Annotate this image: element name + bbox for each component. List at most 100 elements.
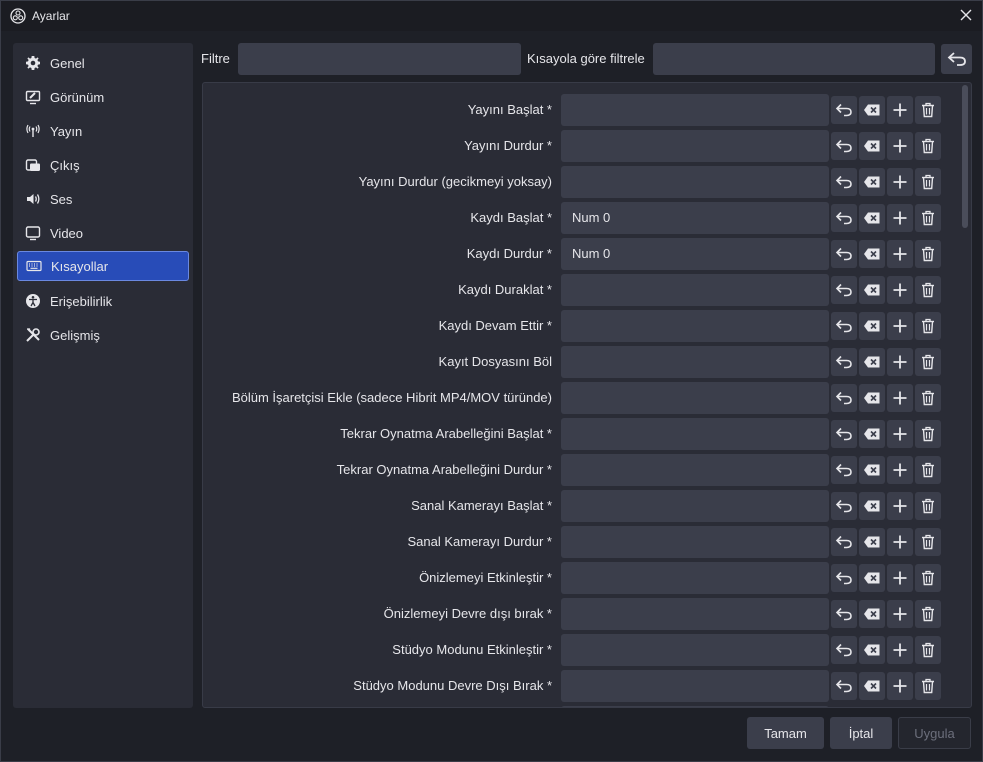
clear-button[interactable] [859, 528, 885, 556]
revert-button[interactable] [831, 600, 857, 628]
clear-button[interactable] [859, 672, 885, 700]
delete-button[interactable] [915, 672, 941, 700]
hotkey-input-field[interactable] [561, 706, 829, 707]
delete-button[interactable] [915, 564, 941, 592]
revert-button[interactable] [831, 672, 857, 700]
revert-button[interactable] [831, 348, 857, 376]
add-button[interactable] [887, 240, 913, 268]
delete-button[interactable] [915, 168, 941, 196]
add-button[interactable] [887, 204, 913, 232]
delete-button[interactable] [915, 528, 941, 556]
close-icon[interactable] [958, 7, 974, 23]
hotkey-input-field[interactable] [561, 562, 829, 594]
add-button[interactable] [887, 96, 913, 124]
clear-button[interactable] [859, 636, 885, 664]
ok-button[interactable]: Tamam [747, 717, 824, 749]
revert-button[interactable] [831, 384, 857, 412]
revert-button[interactable] [831, 96, 857, 124]
clear-button[interactable] [859, 204, 885, 232]
clear-button[interactable] [859, 96, 885, 124]
sidebar-item-audio[interactable]: Ses [17, 184, 189, 214]
revert-button[interactable] [831, 132, 857, 160]
add-button[interactable] [887, 312, 913, 340]
add-button[interactable] [887, 528, 913, 556]
delete-button[interactable] [915, 240, 941, 268]
add-button[interactable] [887, 420, 913, 448]
hotkey-input-field[interactable] [561, 346, 829, 378]
add-button[interactable] [887, 600, 913, 628]
add-button[interactable] [887, 168, 913, 196]
delete-button[interactable] [915, 96, 941, 124]
revert-button[interactable] [831, 420, 857, 448]
revert-button[interactable] [831, 276, 857, 304]
reset-filter-button[interactable] [941, 44, 972, 74]
delete-button[interactable] [915, 636, 941, 664]
sidebar-item-accessibility[interactable]: Erişebilirlik [17, 286, 189, 316]
revert-button[interactable] [831, 456, 857, 484]
cancel-button[interactable]: İptal [830, 717, 892, 749]
revert-button[interactable] [831, 312, 857, 340]
clear-button[interactable] [859, 492, 885, 520]
clear-button[interactable] [859, 600, 885, 628]
clear-button[interactable] [859, 564, 885, 592]
clear-button[interactable] [859, 240, 885, 268]
hotkey-input-field[interactable]: Num 0 [561, 238, 829, 270]
hotkey-input-field[interactable] [561, 274, 829, 306]
clear-button[interactable] [859, 384, 885, 412]
add-button[interactable] [887, 384, 913, 412]
sidebar-item-video[interactable]: Video [17, 218, 189, 248]
hotkey-input-field[interactable] [561, 598, 829, 630]
scrollbar-thumb[interactable] [962, 85, 968, 228]
apply-button[interactable]: Uygula [898, 717, 971, 749]
filter-input[interactable] [238, 43, 521, 75]
hotkey-input-field[interactable] [561, 382, 829, 414]
sidebar-item-stream[interactable]: Yayın [17, 116, 189, 146]
revert-button[interactable] [831, 204, 857, 232]
hotkey-input-field[interactable] [561, 634, 829, 666]
hotkey-input-field[interactable] [561, 526, 829, 558]
clear-button[interactable] [859, 312, 885, 340]
clear-button[interactable] [859, 276, 885, 304]
revert-button[interactable] [831, 492, 857, 520]
vertical-scrollbar[interactable] [960, 83, 971, 707]
delete-button[interactable] [915, 492, 941, 520]
add-button[interactable] [887, 132, 913, 160]
sidebar-item-advanced[interactable]: Gelişmiş [17, 320, 189, 350]
revert-button[interactable] [831, 528, 857, 556]
hotkey-input-field[interactable] [561, 94, 829, 126]
add-button[interactable] [887, 456, 913, 484]
clear-button[interactable] [859, 420, 885, 448]
hotkey-input-field[interactable] [561, 454, 829, 486]
revert-button[interactable] [831, 240, 857, 268]
clear-button[interactable] [859, 132, 885, 160]
delete-button[interactable] [915, 600, 941, 628]
delete-button[interactable] [915, 132, 941, 160]
add-button[interactable] [887, 672, 913, 700]
shortcut-filter-input[interactable] [653, 43, 935, 75]
delete-button[interactable] [915, 276, 941, 304]
sidebar-item-output[interactable]: Çıkış [17, 150, 189, 180]
hotkey-input-field[interactable] [561, 310, 829, 342]
add-button[interactable] [887, 276, 913, 304]
hotkey-input-field[interactable] [561, 490, 829, 522]
clear-button[interactable] [859, 348, 885, 376]
delete-button[interactable] [915, 384, 941, 412]
hotkey-input-field[interactable] [561, 670, 829, 702]
add-button[interactable] [887, 564, 913, 592]
clear-button[interactable] [859, 168, 885, 196]
hotkey-input-field[interactable] [561, 130, 829, 162]
revert-button[interactable] [831, 564, 857, 592]
add-button[interactable] [887, 492, 913, 520]
delete-button[interactable] [915, 456, 941, 484]
delete-button[interactable] [915, 420, 941, 448]
sidebar-item-general[interactable]: Genel [17, 48, 189, 78]
revert-button[interactable] [831, 636, 857, 664]
delete-button[interactable] [915, 348, 941, 376]
add-button[interactable] [887, 636, 913, 664]
hotkey-input-field[interactable] [561, 166, 829, 198]
sidebar-item-hotkeys[interactable]: Kısayollar [17, 251, 189, 281]
hotkey-input-field[interactable] [561, 418, 829, 450]
sidebar-item-appearance[interactable]: Görünüm [17, 82, 189, 112]
revert-button[interactable] [831, 168, 857, 196]
hotkey-input-field[interactable]: Num 0 [561, 202, 829, 234]
